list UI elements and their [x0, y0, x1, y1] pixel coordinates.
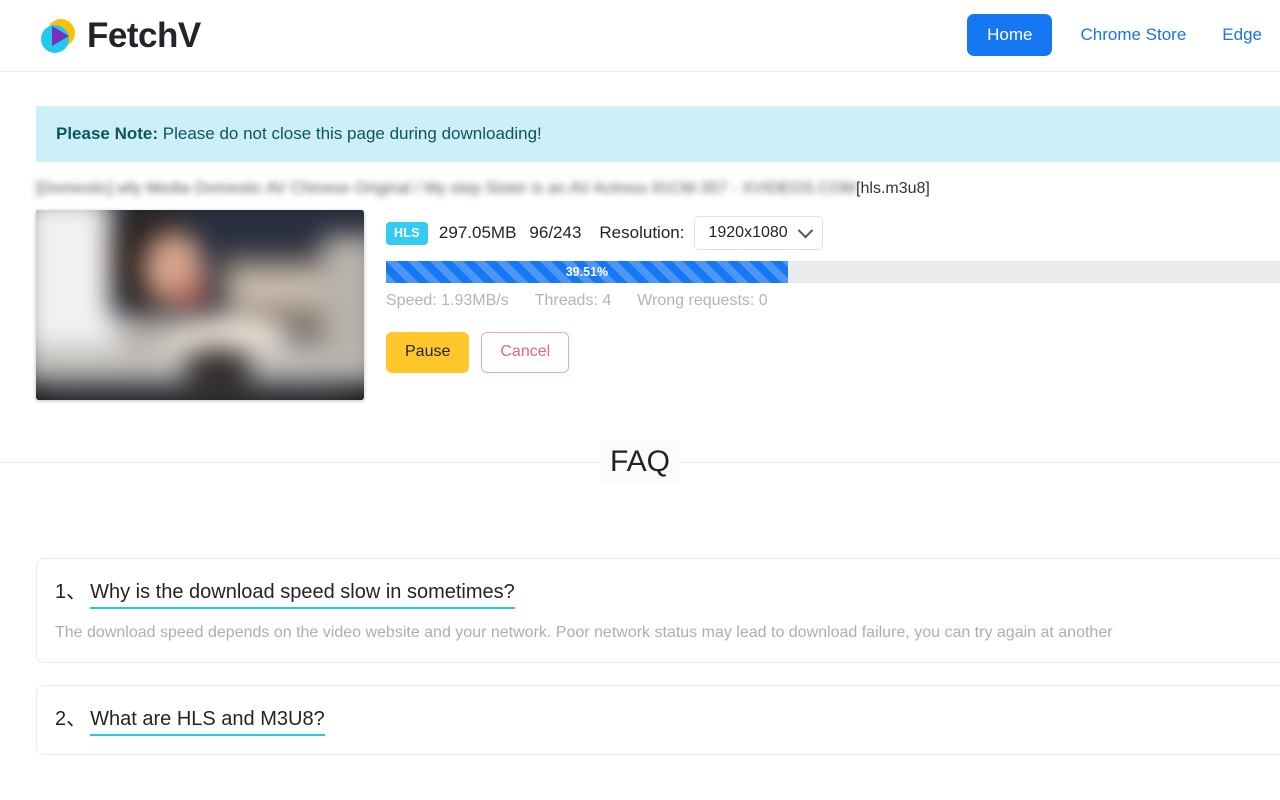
download-size: 297.05MB — [438, 223, 517, 243]
faq-question-row: 2、 What are HLS and M3U8? — [55, 706, 1280, 737]
cancel-button[interactable]: Cancel — [481, 332, 570, 373]
chevron-down-icon — [797, 222, 813, 239]
nav-link-chrome-store[interactable]: Chrome Store — [1062, 15, 1204, 55]
download-meta-row: HLS 297.05MB 96/243 Resolution: 1920x108… — [386, 216, 1280, 251]
download-threads: Threads: 4 — [534, 292, 612, 310]
faq-item[interactable]: 2、 What are HLS and M3U8? — [36, 685, 1280, 756]
faq-number: 1、 — [55, 581, 87, 604]
page-content: Please Note: Please do not close this pa… — [0, 106, 1280, 756]
notice-banner: Please Note: Please do not close this pa… — [36, 106, 1280, 163]
site-header: FetchV Home Chrome Store Edge — [0, 0, 1280, 72]
download-speed: Speed: 1.93MB/s — [386, 292, 509, 310]
download-actions: Pause Cancel — [386, 332, 1280, 373]
format-badge-hls: HLS — [386, 222, 428, 245]
faq-question[interactable]: Why is the download speed slow in someti… — [90, 579, 515, 610]
resolution-selected-value: 1920x1080 — [708, 224, 788, 242]
download-progress-fill: 39.51% — [386, 261, 788, 284]
resolution-select[interactable]: 1920x1080 — [694, 216, 823, 251]
main-nav: Home Chrome Store Edge — [967, 14, 1280, 57]
faq-number: 2、 — [55, 708, 87, 731]
fragment-counter: 96/243 — [529, 223, 582, 243]
download-item: HLS 297.05MB 96/243 Resolution: 1920x108… — [36, 210, 1280, 401]
download-wrong-requests: Wrong requests: 0 — [637, 292, 768, 310]
faq-list: 1、 Why is the download speed slow in som… — [0, 558, 1280, 756]
faq-item[interactable]: 1、 Why is the download speed slow in som… — [36, 558, 1280, 664]
nav-link-edge[interactable]: Edge — [1204, 15, 1280, 55]
notice-text: Please do not close this page during dow… — [158, 124, 542, 143]
download-stats: Speed: 1.93MB/s Threads: 4 Wrong request… — [386, 292, 1280, 310]
notice-prefix: Please Note: — [56, 124, 159, 143]
download-title: [Domestic] wfy Media Domestic AV Chinese… — [36, 180, 1280, 198]
brand-name: FetchV — [87, 16, 201, 55]
faq-heading: FAQ — [599, 441, 681, 484]
download-info: HLS 297.05MB 96/243 Resolution: 1920x108… — [386, 210, 1280, 373]
video-thumbnail — [36, 210, 364, 401]
download-progress-track: 39.51% — [386, 261, 1280, 284]
faq-question-row: 1、 Why is the download speed slow in som… — [55, 579, 1280, 610]
download-title-blurred: [Domestic] wfy Media Domestic AV Chinese… — [36, 180, 857, 198]
thumbnail-blur-layer — [36, 210, 364, 401]
nav-link-home[interactable]: Home — [967, 14, 1053, 57]
pause-button[interactable]: Pause — [386, 332, 470, 373]
fetchv-play-logo-icon — [36, 14, 80, 58]
faq-answer: The download speed depends on the video … — [55, 624, 1113, 642]
resolution-label: Resolution: — [599, 223, 685, 243]
faq-question[interactable]: What are HLS and M3U8? — [90, 706, 325, 737]
brand-logo-link[interactable]: FetchV — [36, 14, 201, 58]
download-progress-label: 39.51% — [565, 265, 609, 280]
faq-divider: FAQ — [0, 441, 1280, 502]
download-title-extension: [hls.m3u8] — [856, 180, 930, 198]
